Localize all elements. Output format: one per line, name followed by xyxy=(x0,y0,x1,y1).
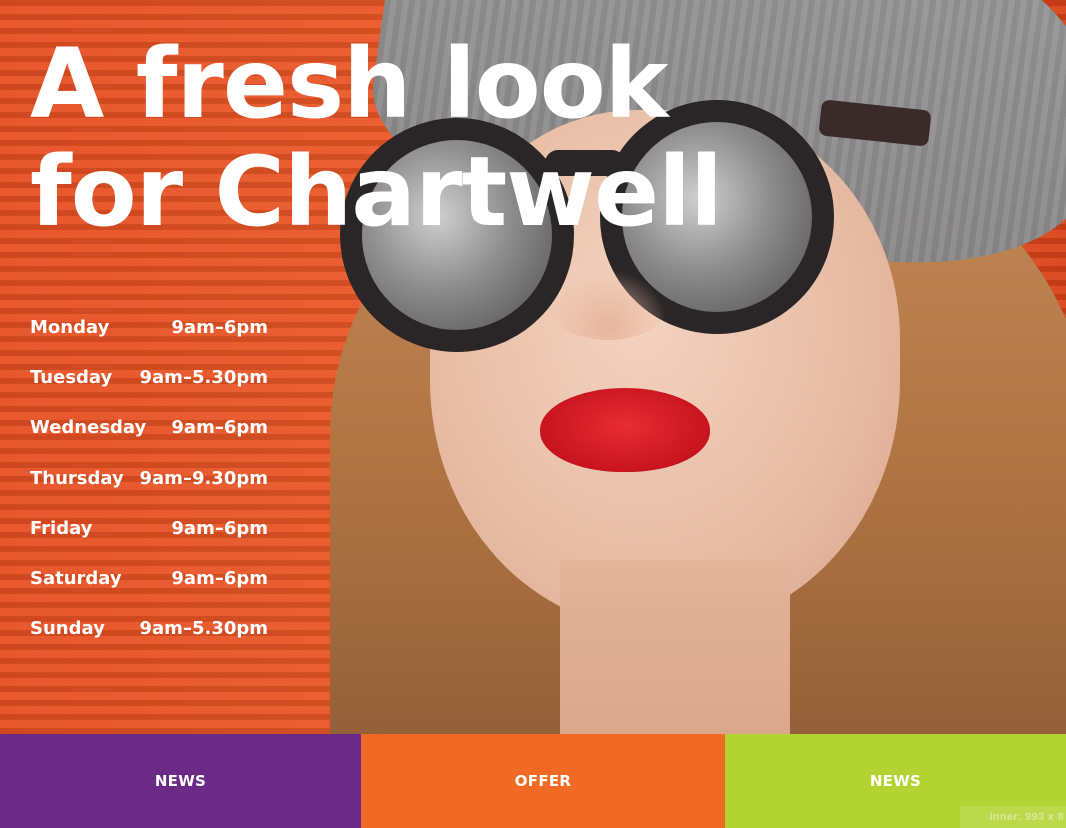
hours-time: 9am–5.30pm xyxy=(139,366,268,388)
opening-hours: Monday 9am–6pm Tuesday 9am–5.30pm Wednes… xyxy=(30,302,268,654)
hero-banner: A fresh look for Chartwell Monday 9am–6p… xyxy=(0,0,1066,734)
hours-day: Thursday xyxy=(30,467,124,489)
hours-time: 9am–6pm xyxy=(171,316,268,338)
hours-day: Sunday xyxy=(30,618,105,640)
hero-headline-line2: for Chartwell xyxy=(30,136,723,248)
promo-tiles: NEWS OFFER NEWS Inner: 993 x 8 xyxy=(0,734,1066,828)
hours-day: Saturday xyxy=(30,568,122,590)
model-lips xyxy=(540,388,710,472)
hours-day: Friday xyxy=(30,517,93,539)
hours-time: 9am–6pm xyxy=(171,517,268,539)
news-tile[interactable]: NEWS xyxy=(0,734,361,828)
hours-day: Monday xyxy=(30,316,110,338)
hours-day: Wednesday xyxy=(30,417,147,439)
hero-headline-line1: A fresh look xyxy=(30,28,668,140)
offer-tile[interactable]: OFFER xyxy=(361,734,725,828)
news-tile-secondary[interactable]: NEWS Inner: 993 x 8 xyxy=(725,734,1066,828)
hours-time: 9am–5.30pm xyxy=(139,618,268,640)
hero-headline: A fresh look for Chartwell xyxy=(30,28,723,248)
hours-row-friday: Friday 9am–6pm xyxy=(30,503,268,553)
model-neck xyxy=(560,560,790,734)
hours-row-tuesday: Tuesday 9am–5.30pm xyxy=(30,352,268,402)
news-tile-secondary-label: NEWS xyxy=(869,772,922,790)
hours-time: 9am–6pm xyxy=(171,568,268,590)
hours-row-monday: Monday 9am–6pm xyxy=(30,302,268,352)
hours-time: 9am–9.30pm xyxy=(139,467,268,489)
model-nose xyxy=(548,270,668,340)
hours-row-thursday: Thursday 9am–9.30pm xyxy=(30,453,268,503)
hours-row-wednesday: Wednesday 9am–6pm xyxy=(30,403,268,453)
viewport-size-overlay: Inner: 993 x 8 xyxy=(960,806,1066,828)
hours-row-sunday: Sunday 9am–5.30pm xyxy=(30,604,268,654)
hours-row-saturday: Saturday 9am–6pm xyxy=(30,553,268,603)
hours-day: Tuesday xyxy=(30,366,113,388)
hours-time: 9am–6pm xyxy=(171,417,268,439)
